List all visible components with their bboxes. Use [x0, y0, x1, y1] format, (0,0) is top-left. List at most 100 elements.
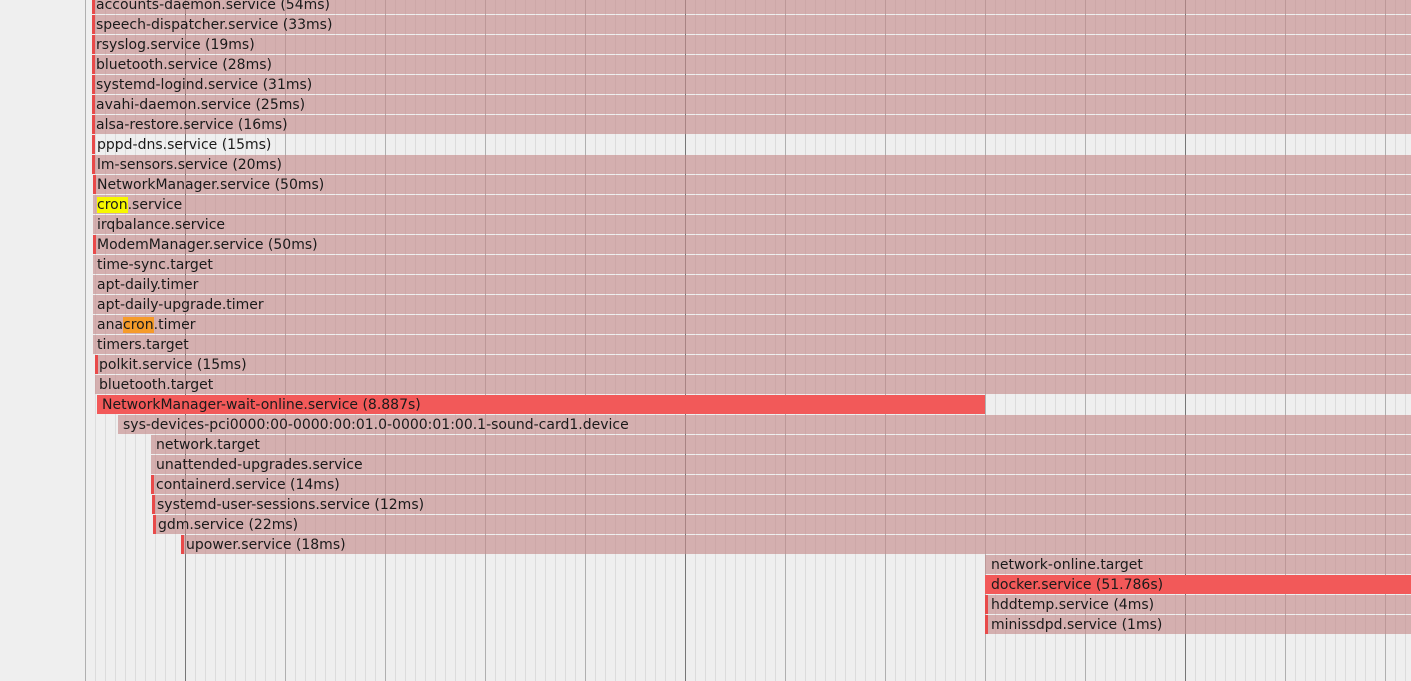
activation-marker	[92, 155, 95, 174]
unit-label: bluetooth.target	[99, 377, 214, 393]
unit-label: docker.service (51.786s)	[991, 577, 1164, 593]
unit-label: anacron.timer	[97, 317, 196, 333]
unit-row: docker.service (51.786s)	[0, 575, 1411, 595]
unit-label: NetworkManager-wait-online.service (8.88…	[102, 397, 421, 413]
unit-row: avahi-daemon.service (25ms)	[0, 95, 1411, 115]
activation-marker	[92, 0, 95, 14]
unit-label: systemd-logind.service (31ms)	[96, 77, 313, 93]
activation-marker	[151, 475, 154, 494]
unit-label: bluetooth.service (28ms)	[96, 57, 272, 73]
unit-label: upower.service (18ms)	[186, 537, 346, 553]
unit-row: apt-daily-upgrade.timer	[0, 295, 1411, 315]
unit-bar	[151, 435, 1411, 454]
unit-label: speech-dispatcher.service (33ms)	[96, 17, 333, 33]
activation-marker	[93, 235, 96, 254]
activation-marker	[985, 615, 988, 634]
unit-bar	[95, 355, 1411, 374]
unit-row: sys-devices-pci0000:00-0000:00:01.0-0000…	[0, 415, 1411, 435]
unit-bar	[93, 275, 1411, 294]
unit-row: bluetooth.target	[0, 375, 1411, 395]
unit-bar	[93, 295, 1411, 314]
unit-label: ModemManager.service (50ms)	[97, 237, 318, 253]
unit-label: unattended-upgrades.service	[156, 457, 363, 473]
unit-row: gdm.service (22ms)	[0, 515, 1411, 535]
activation-marker	[92, 55, 95, 74]
unit-row: systemd-logind.service (31ms)	[0, 75, 1411, 95]
unit-row: upower.service (18ms)	[0, 535, 1411, 555]
unit-row: systemd-user-sessions.service (12ms)	[0, 495, 1411, 515]
unit-bar	[151, 475, 1411, 494]
unit-bar	[92, 35, 1411, 54]
unit-row: network.target	[0, 435, 1411, 455]
unit-label: minissdpd.service (1ms)	[991, 617, 1163, 633]
unit-row: network-online.target	[0, 555, 1411, 575]
unit-row: lm-sensors.service (20ms)	[0, 155, 1411, 175]
activation-marker	[152, 495, 155, 514]
unit-bar	[93, 255, 1411, 274]
unit-label: rsyslog.service (19ms)	[96, 37, 255, 53]
activation-marker	[985, 595, 988, 614]
unit-label: polkit.service (15ms)	[99, 357, 247, 373]
unit-label: alsa-restore.service (16ms)	[96, 117, 288, 133]
unit-bar	[92, 155, 1411, 174]
activation-marker	[92, 115, 95, 134]
unit-bar	[93, 215, 1411, 234]
unit-label: sys-devices-pci0000:00-0000:00:01.0-0000…	[123, 417, 629, 433]
unit-row: rsyslog.service (19ms)	[0, 35, 1411, 55]
unit-label: network.target	[156, 437, 260, 453]
unit-row: timers.target	[0, 335, 1411, 355]
activation-marker	[153, 515, 156, 534]
unit-row: NetworkManager-wait-online.service (8.88…	[0, 395, 1411, 415]
unit-label: timers.target	[97, 337, 189, 353]
unit-label: pppd-dns.service (15ms)	[97, 137, 272, 153]
unit-bar	[92, 55, 1411, 74]
unit-bar	[93, 315, 1411, 334]
unit-row: apt-daily.timer	[0, 275, 1411, 295]
unit-bar	[153, 515, 1411, 534]
unit-row: speech-dispatcher.service (33ms)	[0, 15, 1411, 35]
unit-label: hddtemp.service (4ms)	[991, 597, 1155, 613]
activation-marker	[92, 135, 95, 154]
unit-label: accounts-daemon.service (54ms)	[96, 0, 330, 13]
unit-row: polkit.service (15ms)	[0, 355, 1411, 375]
unit-label: apt-daily.timer	[97, 277, 199, 293]
unit-row: accounts-daemon.service (54ms)	[0, 0, 1411, 15]
unit-row: bluetooth.service (28ms)	[0, 55, 1411, 75]
unit-bar	[92, 115, 1411, 134]
search-highlight: cron	[97, 197, 128, 213]
unit-row: anacron.timer	[0, 315, 1411, 335]
unit-label: systemd-user-sessions.service (12ms)	[157, 497, 425, 513]
unit-bar	[95, 375, 1411, 394]
activation-marker	[92, 15, 95, 34]
boot-timeline-chart: accounts-daemon.service (54ms) speech-dis…	[0, 0, 1411, 681]
unit-label: cron.service	[97, 197, 183, 213]
unit-row: containerd.service (14ms)	[0, 475, 1411, 495]
unit-bar	[93, 195, 1411, 214]
unit-row: NetworkManager.service (50ms)	[0, 175, 1411, 195]
unit-row: alsa-restore.service (16ms)	[0, 115, 1411, 135]
unit-label: apt-daily-upgrade.timer	[97, 297, 264, 313]
unit-label: NetworkManager.service (50ms)	[97, 177, 325, 193]
activation-marker	[95, 355, 98, 374]
unit-bar	[181, 535, 1411, 554]
activation-marker	[92, 35, 95, 54]
unit-row: irqbalance.service	[0, 215, 1411, 235]
activation-marker	[93, 175, 96, 194]
activation-marker	[181, 535, 184, 554]
unit-row: hddtemp.service (4ms)	[0, 595, 1411, 615]
unit-label: gdm.service (22ms)	[158, 517, 299, 533]
unit-row: ModemManager.service (50ms)	[0, 235, 1411, 255]
unit-label: lm-sensors.service (20ms)	[97, 157, 282, 173]
activation-marker	[92, 95, 95, 114]
unit-label: avahi-daemon.service (25ms)	[96, 97, 306, 113]
activation-marker	[92, 75, 95, 94]
unit-label: time-sync.target	[97, 257, 213, 273]
unit-label: containerd.service (14ms)	[156, 477, 340, 493]
unit-label: irqbalance.service	[97, 217, 226, 233]
unit-row: time-sync.target	[0, 255, 1411, 275]
unit-row: minissdpd.service (1ms)	[0, 615, 1411, 635]
unit-row: cron.service	[0, 195, 1411, 215]
unit-row: unattended-upgrades.service	[0, 455, 1411, 475]
unit-label: network-online.target	[991, 557, 1143, 573]
unit-row: pppd-dns.service (15ms)	[0, 135, 1411, 155]
